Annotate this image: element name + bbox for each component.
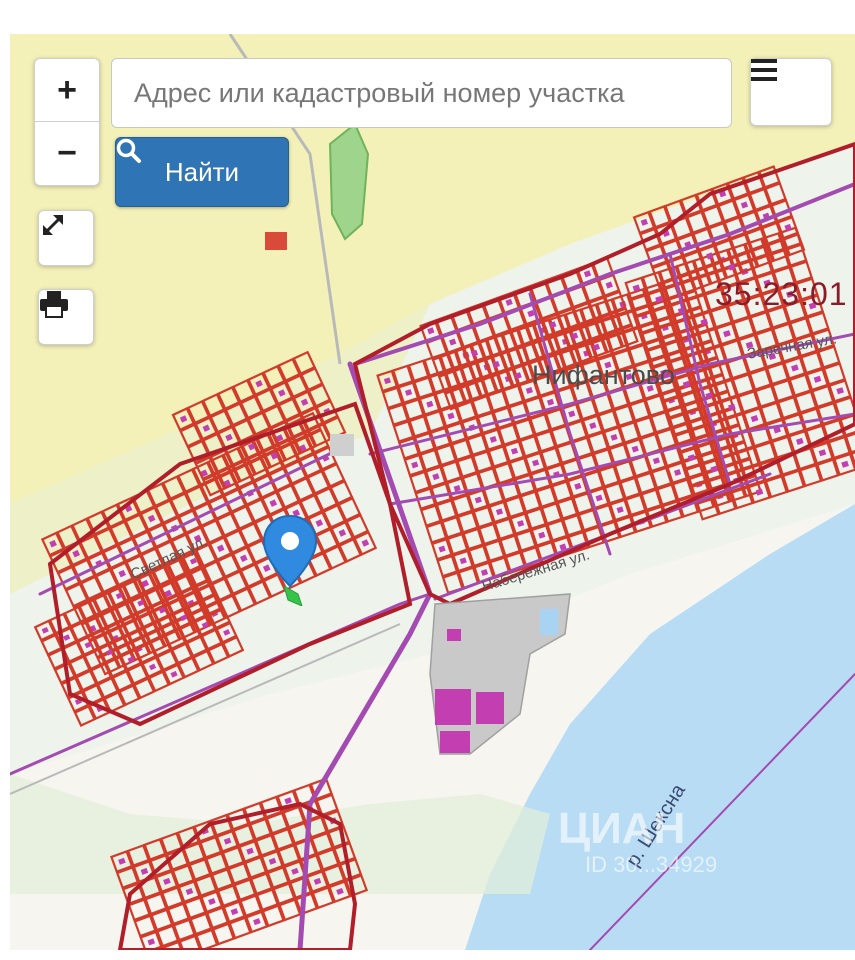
zoom-in-button[interactable]: +: [35, 59, 99, 122]
zoom-control: + −: [34, 58, 100, 186]
farm-building: [265, 232, 287, 250]
find-button[interactable]: Найти: [115, 137, 289, 207]
zoom-out-button[interactable]: −: [35, 122, 99, 184]
warehouse-building: [440, 731, 470, 753]
watermark-text: ЦИАН: [558, 804, 686, 853]
watermark-id: ID 30...34929: [585, 852, 718, 877]
warehouse-building: [435, 689, 471, 725]
printer-icon: [40, 291, 68, 318]
print-button[interactable]: [38, 289, 94, 345]
gray-plot: [330, 434, 354, 456]
expand-icon: [43, 215, 63, 235]
hamburger-icon: [751, 59, 777, 81]
find-button-label: Найти: [164, 156, 240, 187]
warehouse-building: [476, 692, 504, 724]
cadastral-map[interactable]: Нифантово 35:23:01 р. Шексна Светлая ул.…: [10, 34, 855, 950]
pool: [540, 609, 558, 635]
village-name-label: Нифантово: [532, 360, 675, 390]
fullscreen-button[interactable]: [38, 210, 94, 266]
warehouse-building: [447, 629, 461, 641]
search-icon: [116, 138, 141, 163]
menu-button[interactable]: [750, 58, 832, 126]
forest-patch: [328, 122, 370, 241]
cadastral-quarter-label: 35:23:01: [715, 276, 848, 312]
address-search-input[interactable]: [111, 58, 732, 128]
